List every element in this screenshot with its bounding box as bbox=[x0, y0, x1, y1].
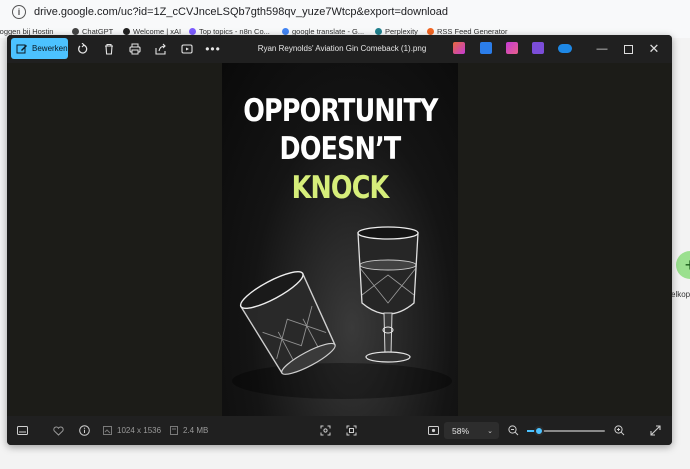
side-label: elkop bbox=[671, 290, 690, 299]
file-size: 2.4 MB bbox=[170, 416, 208, 445]
heart-icon bbox=[53, 426, 64, 436]
xai-icon bbox=[123, 28, 130, 35]
photo-viewer-window: Bewerken ••• Ryan Reynolds' Aviation Gin… bbox=[7, 35, 672, 445]
maximize-icon bbox=[623, 44, 633, 54]
more-options-button[interactable]: ••• bbox=[205, 40, 221, 58]
designer-icon[interactable] bbox=[480, 42, 492, 54]
bottom-bar: 1024 x 1536 2.4 MB 58% ⌄ bbox=[7, 416, 672, 445]
url-text[interactable]: drive.google.com/uc?id=1Z_cCVJnceLSQb7gt… bbox=[34, 6, 448, 18]
add-shortcut-button[interactable]: + bbox=[676, 251, 690, 279]
plus-icon: + bbox=[684, 254, 690, 275]
print-icon bbox=[129, 43, 141, 55]
edit-icon bbox=[16, 44, 27, 53]
n8n-icon bbox=[189, 28, 196, 35]
filmstrip-icon bbox=[17, 426, 28, 435]
zoom-slider[interactable] bbox=[527, 426, 605, 436]
dimensions-text: 1024 x 1536 bbox=[117, 426, 162, 435]
visual-search-button[interactable] bbox=[346, 416, 357, 445]
zoom-level-text: 58% bbox=[452, 425, 470, 436]
storage-icon bbox=[170, 426, 178, 435]
filmstrip-button[interactable] bbox=[17, 416, 28, 445]
google-icon bbox=[282, 28, 289, 35]
focus-frame-icon bbox=[320, 425, 331, 436]
rotate-icon bbox=[78, 43, 88, 54]
rotate-button[interactable] bbox=[76, 40, 90, 58]
clipchamp-icon[interactable] bbox=[506, 42, 518, 54]
share-button[interactable] bbox=[154, 40, 168, 58]
close-button[interactable]: ✕ bbox=[640, 35, 668, 63]
maximize-button[interactable] bbox=[614, 35, 642, 63]
close-icon: ✕ bbox=[648, 41, 660, 56]
chatgpt-icon bbox=[72, 28, 79, 35]
zoom-out-icon bbox=[508, 425, 519, 436]
slideshow-icon bbox=[181, 44, 193, 54]
file-size-text: 2.4 MB bbox=[183, 426, 209, 435]
site-info-icon[interactable]: i bbox=[12, 5, 26, 19]
fullscreen-button[interactable] bbox=[650, 416, 661, 445]
rss-icon bbox=[427, 28, 434, 35]
edit-label: Bewerken bbox=[32, 44, 68, 53]
dimensions-icon bbox=[103, 426, 112, 435]
minimize-button[interactable]: — bbox=[588, 35, 616, 63]
info-icon bbox=[79, 425, 90, 436]
scan-icon bbox=[346, 425, 357, 436]
video-editor-icon[interactable] bbox=[532, 42, 544, 54]
edit-button[interactable]: Bewerken bbox=[11, 38, 68, 59]
onedrive-icon[interactable] bbox=[558, 44, 572, 53]
minimize-icon: — bbox=[596, 43, 608, 55]
slideshow-button[interactable] bbox=[180, 40, 194, 58]
copilot-icon[interactable] bbox=[453, 42, 465, 54]
favorite-button[interactable] bbox=[53, 416, 64, 445]
zoom-in-icon bbox=[614, 425, 625, 436]
share-icon bbox=[155, 43, 166, 55]
image-dimensions: 1024 x 1536 bbox=[103, 416, 161, 445]
chevron-down-icon: ⌄ bbox=[487, 427, 493, 435]
print-button[interactable] bbox=[128, 40, 142, 58]
file-info-button[interactable] bbox=[79, 416, 90, 445]
crop-button[interactable] bbox=[320, 416, 331, 445]
zoom-in-button[interactable] bbox=[614, 416, 625, 445]
glasses-illustration bbox=[232, 226, 452, 399]
zoom-slider-thumb[interactable] bbox=[533, 426, 544, 436]
trash-icon bbox=[105, 43, 113, 55]
zoom-level-select[interactable]: 58% ⌄ bbox=[444, 422, 499, 439]
fit-to-window-button[interactable] bbox=[428, 416, 439, 445]
perplexity-icon bbox=[375, 28, 382, 35]
displayed-image: OPPORTUNITY DOESN’T KNOCK bbox=[222, 63, 458, 416]
more-icon: ••• bbox=[205, 42, 221, 56]
window-title: Ryan Reynolds' Aviation Gin Comeback (1)… bbox=[257, 44, 427, 53]
title-bar: Bewerken ••• Ryan Reynolds' Aviation Gin… bbox=[7, 35, 672, 63]
delete-button[interactable] bbox=[102, 40, 116, 58]
expand-icon bbox=[650, 425, 661, 436]
fit-icon bbox=[428, 426, 439, 435]
zoom-out-button[interactable] bbox=[508, 416, 519, 445]
address-bar[interactable]: i drive.google.com/uc?id=1Z_cCVJnceLSQb7… bbox=[0, 0, 690, 24]
